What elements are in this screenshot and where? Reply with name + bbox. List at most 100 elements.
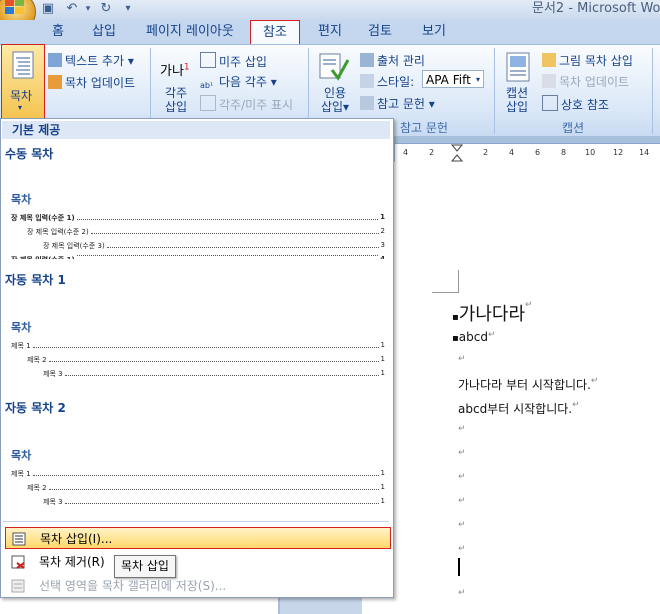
toc-preview-line: 제목 31 — [43, 497, 385, 506]
insert-toc-icon — [12, 532, 26, 546]
tab-page-layout[interactable]: 페이지 레이아웃 — [146, 22, 234, 42]
insert-footnote-button[interactable]: 각주 삽입 — [164, 86, 188, 114]
save-selection-menu-item[interactable]: 선택 영역을 목차 갤러리에 저장(S)... — [5, 575, 391, 597]
toc-gallery-dropdown: 기본 제공 수동 목차 목차 장 제목 입력(수준 1) 1 장 제목 입력(수준… — [0, 118, 394, 598]
ruler-tick: 8 — [561, 148, 567, 157]
group-label-captions: 캡션 — [561, 121, 585, 135]
tab-view[interactable]: 보기 — [422, 22, 446, 42]
toc-preview-line: 제목 11 — [11, 341, 385, 350]
cross-reference-icon — [542, 95, 558, 111]
gallery-section-title: 자동 목차 1 — [5, 273, 66, 287]
show-notes-icon — [200, 95, 216, 111]
doc-line[interactable]: ▪abcd ↵ — [452, 330, 496, 344]
toc-preview-manual[interactable]: 목차 장 제목 입력(수준 1) 1 장 제목 입력(수준 2) 2 장 제목 입력… — [7, 163, 385, 259]
paragraph-mark: ↵ — [458, 588, 466, 598]
insert-citation-icon — [319, 53, 350, 81]
margin-corner-mark — [432, 270, 459, 293]
toc-preview-line: 제목 11 — [11, 469, 385, 478]
toc-preview-auto1[interactable]: 목차 제목 11 제목 21 제목 31 — [7, 289, 385, 387]
remove-toc-icon — [11, 555, 25, 569]
save-icon[interactable]: ▣ — [40, 1, 56, 17]
toc-button[interactable]: 목차 ▾ — [1, 44, 45, 120]
remove-toc-menu-item[interactable]: 목차 제거(R) — [5, 551, 391, 573]
paragraph-mark: ↵ — [458, 520, 466, 530]
save-selection-label: 선택 영역을 목차 갤러리에 저장(S)... — [39, 579, 227, 593]
ruler-tick: 12 — [613, 148, 624, 157]
ruler-tick: 2 — [429, 148, 435, 157]
manage-sources-button[interactable]: 출처 관리 — [360, 52, 425, 69]
remove-toc-label: 목차 제거(R) — [39, 555, 105, 569]
style-select[interactable]: APA Fift ▾ — [422, 70, 484, 88]
toc-preview-auto2[interactable]: 목차 제목 11 제목 21 제목 31 — [7, 417, 385, 517]
next-footnote-button[interactable]: ab¹ 다음 각주 ▾ — [200, 73, 277, 95]
undo-icon[interactable]: ↶ — [64, 1, 80, 17]
toc-dropdown-icon: ▾ — [18, 103, 23, 112]
insert-toc-menu-item[interactable]: 목차 삽입(I)... — [5, 527, 391, 549]
paragraph-mark: ↵ — [458, 496, 466, 506]
undo-dropdown-icon[interactable]: ▾ — [80, 1, 96, 17]
paragraph-mark: ↵ — [458, 472, 466, 482]
group-divider — [494, 48, 495, 134]
ruler-tick: 14 — [639, 148, 650, 157]
toc-preview-title: 목차 — [11, 321, 32, 334]
insert-table-of-figures-button[interactable]: 그림 목차 삽입 — [542, 52, 633, 69]
toc-preview-line: 제목 21 — [27, 483, 385, 492]
text-cursor — [458, 558, 460, 576]
table-of-figures-icon — [542, 53, 556, 67]
show-notes-button[interactable]: 각주/미주 표시 — [200, 95, 293, 113]
tab-review[interactable]: 검토 — [368, 22, 392, 42]
gallery-section-title: 자동 목차 2 — [5, 401, 66, 415]
toc-label: 목차 — [10, 89, 33, 103]
menu-divider — [3, 521, 389, 522]
tab-mailings[interactable]: 편지 — [318, 22, 342, 42]
toc-preview-line: 제목 31 — [43, 369, 385, 378]
group-divider — [652, 48, 653, 134]
paragraph-mark: ↵ — [458, 448, 466, 458]
doc-line[interactable]: ▪가나다라 ↵ — [452, 300, 533, 326]
update-toc-button[interactable]: 목차 업데이트 — [48, 74, 135, 91]
save-selection-icon — [11, 579, 25, 593]
add-text-icon — [48, 53, 62, 67]
toc-preview-line: 제목 21 — [27, 355, 385, 364]
insert-citation-button[interactable]: 인용 삽입▾ — [318, 86, 352, 114]
toc-icon — [12, 51, 34, 79]
redo-icon[interactable]: ↻ — [98, 1, 114, 17]
horizontal-ruler[interactable]: 4 2 2 4 6 8 10 12 14 — [395, 143, 660, 163]
paragraph-mark: ↵ — [458, 424, 466, 434]
tooltip: 목차 삽입 — [114, 555, 176, 578]
ruler-tick: 4 — [509, 148, 515, 157]
group-label-citations: 참고 문헌 — [400, 121, 448, 135]
doc-line[interactable]: abcd부터 시작합니다. ↵ — [458, 400, 580, 417]
gallery-header: 기본 제공 — [2, 121, 390, 139]
bibliography-button[interactable]: 참고 문헌 ▾ — [360, 95, 435, 112]
add-text-button[interactable]: 텍스트 추가 ▾ — [48, 52, 134, 69]
indent-marker-icon[interactable] — [451, 144, 463, 162]
paragraph-mark: ↵ — [458, 354, 466, 364]
update-table-button[interactable]: 목차 업데이트 — [542, 73, 629, 90]
ruler-tick: 2 — [483, 148, 489, 157]
document-page[interactable]: ▪가나다라 ↵ ▪abcd ↵ ↵ 가나다라 부터 시작합니다. ↵ abcd부터 시… — [362, 162, 660, 614]
bibliography-icon — [360, 96, 374, 110]
qat-customize-icon[interactable]: ▾ — [120, 1, 136, 17]
ruler-tick: 6 — [535, 148, 541, 157]
toc-preview-title: 목차 — [11, 193, 32, 206]
tab-home[interactable]: 홈 — [52, 22, 64, 42]
paragraph-mark: ↵ — [458, 544, 466, 554]
cross-reference-button[interactable]: 상호 참조 — [542, 95, 609, 113]
insert-caption-icon — [506, 52, 530, 82]
tab-insert[interactable]: 삽입 — [92, 22, 116, 42]
style-label: 스타일: — [360, 73, 414, 90]
toc-preview-title: 목차 — [11, 449, 32, 462]
ruler-tick: 4 — [403, 148, 409, 157]
manage-sources-icon — [360, 53, 374, 67]
insert-endnote-button[interactable]: 미주 삽입 — [200, 52, 267, 70]
gallery-section-title: 수동 목차 — [5, 147, 54, 161]
office-logo-icon — [5, 0, 24, 14]
toc-preview-line: 장 제목 입력(수준 1)4 — [11, 255, 385, 259]
footnote-icon: 가나1 — [160, 62, 190, 79]
insert-caption-button[interactable]: 캡션 삽입 — [504, 86, 530, 114]
doc-line[interactable]: 가나다라 부터 시작합니다. ↵ — [458, 376, 598, 393]
toc-preview-line: 장 제목 입력(수준 3) 3 — [43, 241, 385, 250]
toc-preview-line: 장 제목 입력(수준 1) 1 — [11, 213, 385, 222]
update-table-icon — [542, 74, 556, 88]
